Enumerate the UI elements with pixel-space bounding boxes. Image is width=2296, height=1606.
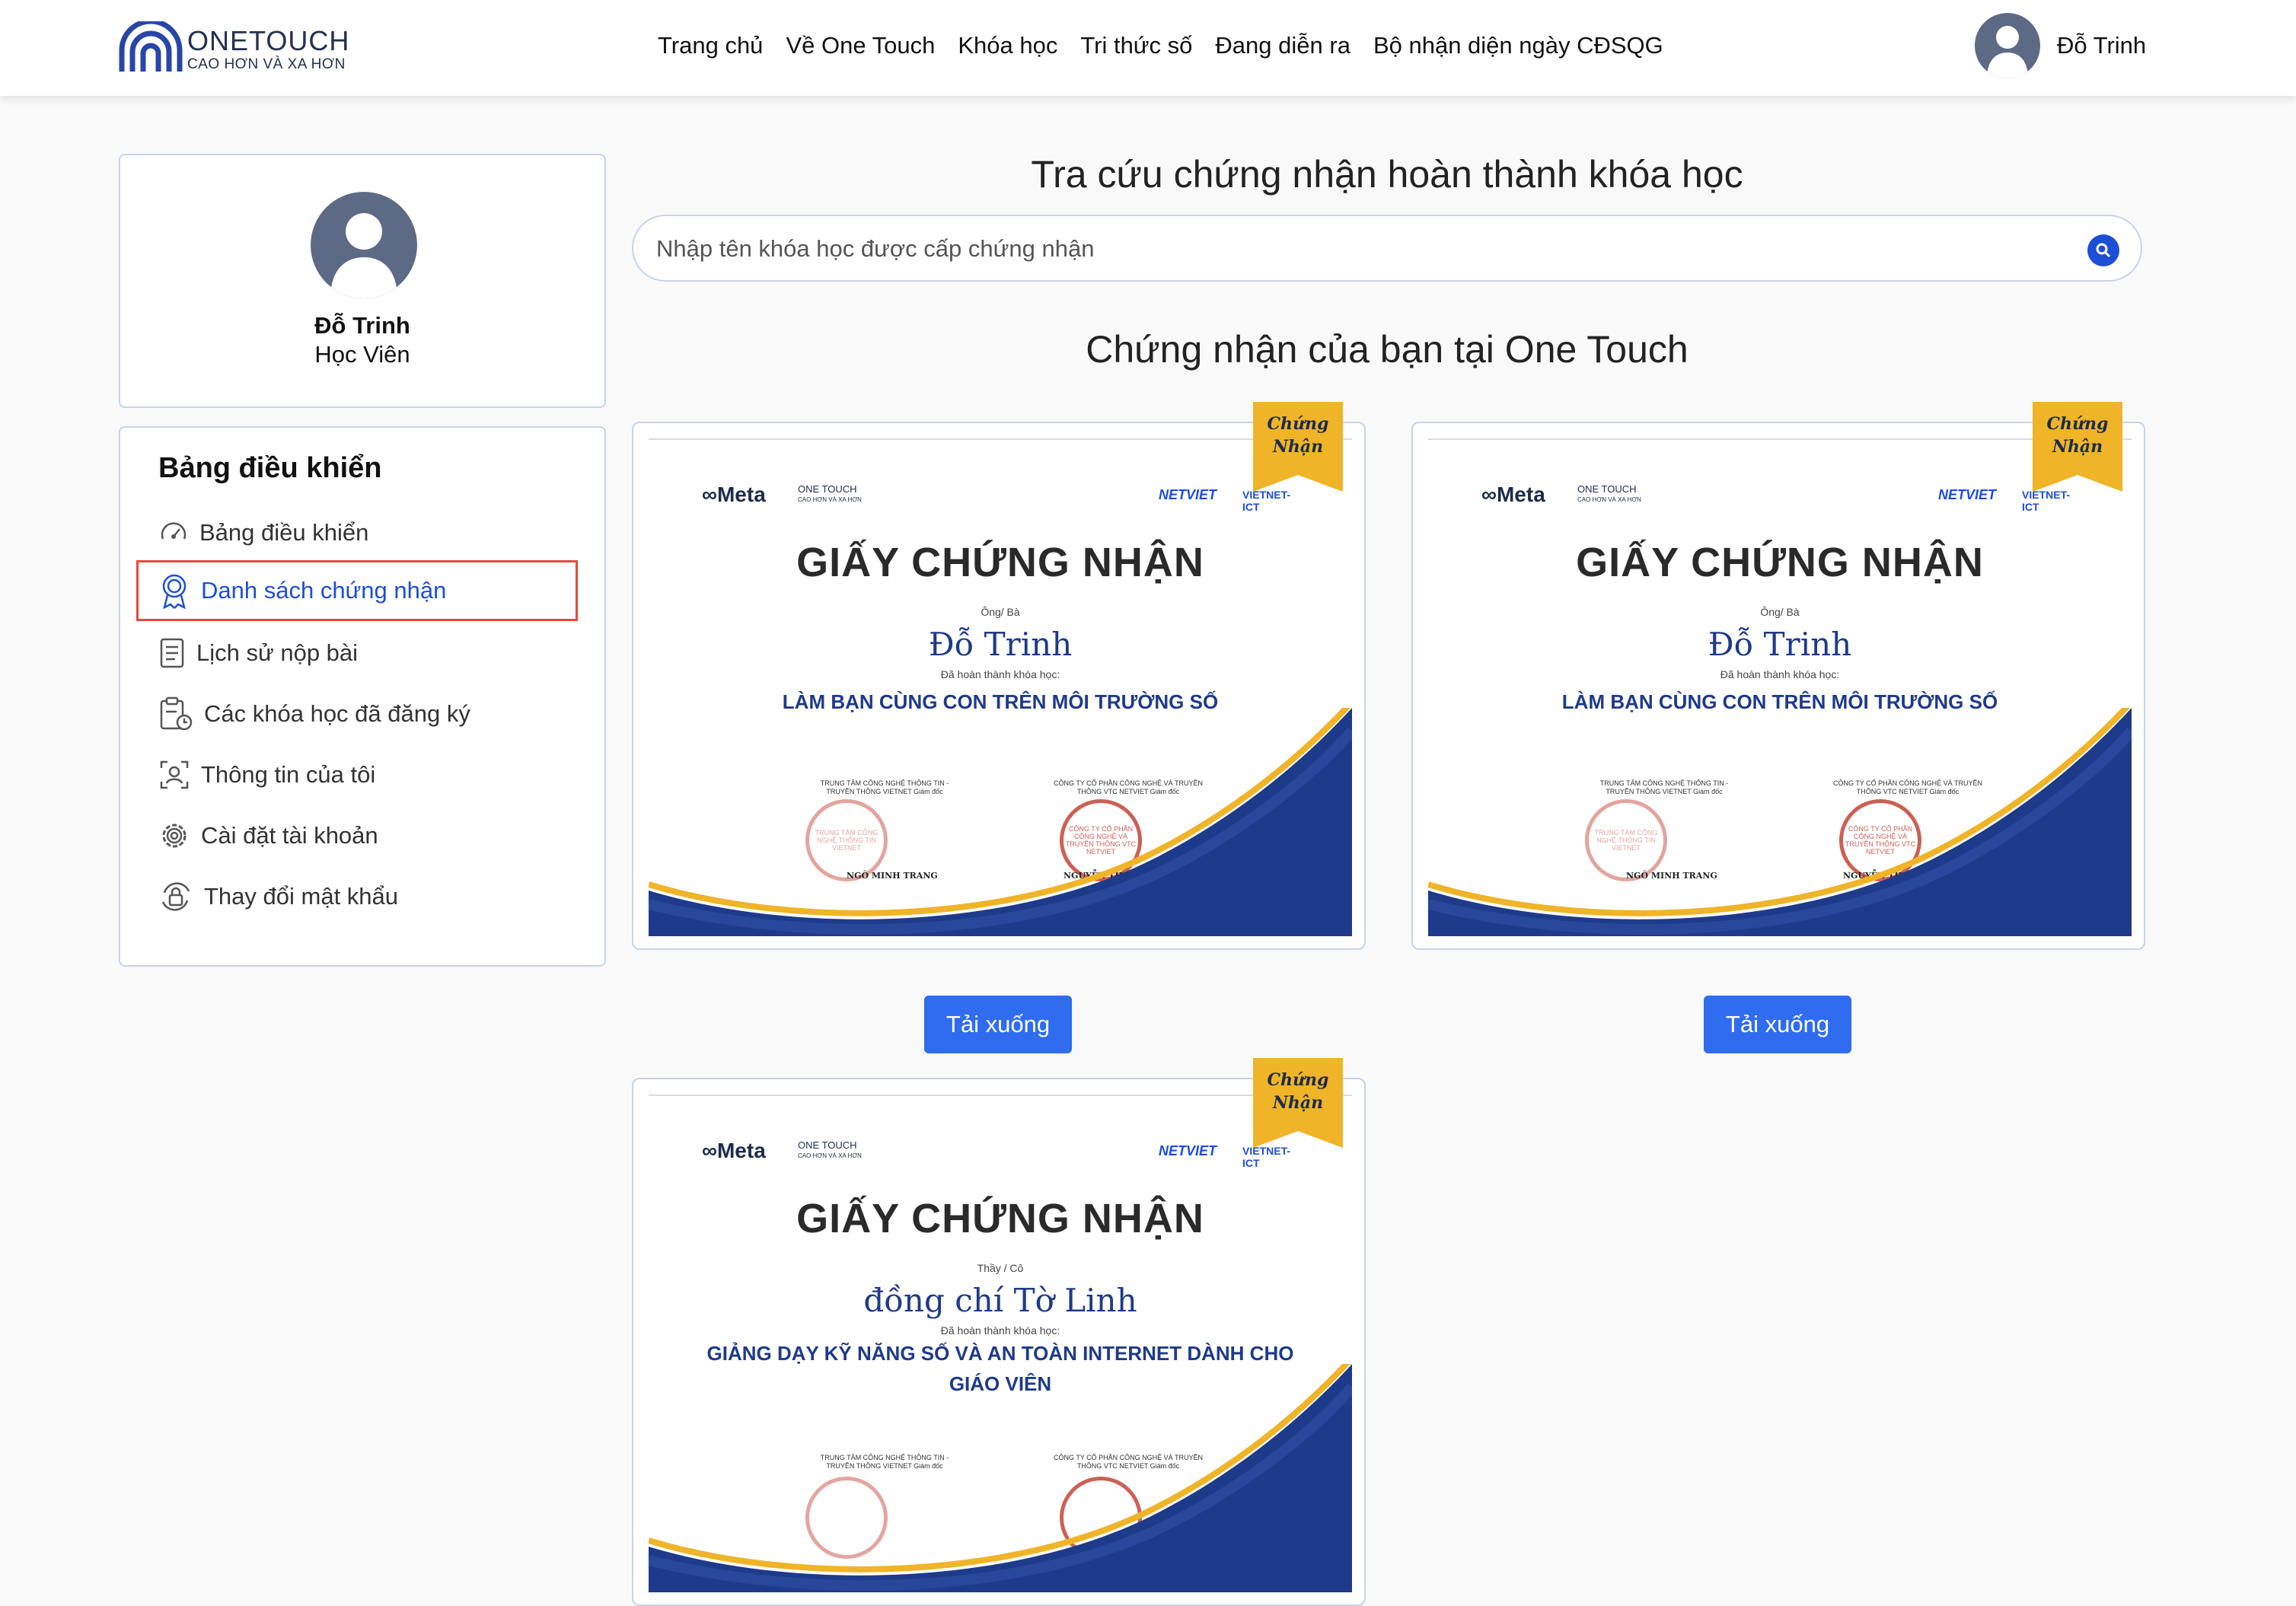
avatar	[1975, 13, 2040, 78]
document-list-icon	[160, 638, 184, 668]
menu-item-account-settings[interactable]: Cài đặt tài khoản	[158, 813, 378, 859]
nav-courses[interactable]: Khóa học	[958, 29, 1057, 62]
meta-logo: ∞Meta	[1481, 483, 1545, 506]
netviet-logo: NETVIET	[1159, 1143, 1217, 1158]
menu-item-change-password[interactable]: Thay đổi mật khẩu	[158, 874, 398, 919]
user-silhouette-icon	[330, 213, 397, 298]
certificate-logos: ∞Meta ONE TOUCH CAO HƠN VÀ XA HƠN NETVIET…	[702, 1139, 1303, 1169]
certificate-logos: ∞Meta ONE TOUCH CAO HƠN VÀ XA HƠN NETVIET…	[702, 483, 1303, 513]
certificate-title: GIẤY CHỨNG NHẬN	[1576, 540, 1984, 585]
certificate-search	[632, 215, 2142, 282]
certificate-completion-text: Đã hoàn thành khóa học:	[940, 668, 1060, 680]
onetouch-small-logo: ONE TOUCH CAO HƠN VÀ XA HƠN	[798, 483, 862, 504]
certificate-badge-text: Chứng Nhận	[1267, 1070, 1329, 1113]
infinity-icon: ∞	[1481, 483, 1497, 506]
nav-ongoing[interactable]: Đang diễn ra	[1215, 29, 1350, 62]
id-card-icon	[160, 760, 189, 789]
top-header: ONETOUCH CAO HƠN VÀ XA HƠN Trang chủ Về …	[0, 0, 2296, 96]
gear-icon	[162, 824, 187, 848]
certificate-preview: ∞Meta ONE TOUCH CAO HƠN VÀ XA HƠN NETVIET…	[649, 438, 1352, 936]
menu-item-label: Lịch sử nộp bài	[196, 639, 359, 666]
certificate-card-3[interactable]: ∞Meta ONE TOUCH CAO HƠN VÀ XA HƠN NETVIET…	[632, 1058, 1366, 1606]
logo-arches-icon	[119, 21, 183, 72]
menu-item-dashboard[interactable]: Bảng điều khiển	[158, 510, 368, 556]
profile-role: Học Viên	[314, 341, 410, 368]
infinity-icon: ∞	[702, 1139, 717, 1162]
certificate-card-2[interactable]: ∞Meta ONE TOUCH CAO HƠN VÀ XA HƠN NETVIET…	[1411, 402, 2145, 950]
certificate-preview: ∞Meta ONE TOUCH CAO HƠN VÀ XA HƠN NETVIET…	[1428, 438, 2132, 936]
menu-item-label: Cài đặt tài khoản	[201, 822, 378, 849]
onetouch-small-logo: ONE TOUCH CAO HƠN VÀ XA HƠN	[1577, 483, 1641, 504]
nav-digital-knowledge[interactable]: Tri thức số	[1080, 29, 1192, 62]
menu-item-label: Thông tin của tôi	[201, 761, 376, 788]
menu-item-label: Các khóa học đã đăng ký	[204, 700, 470, 727]
menu-item-label: Danh sách chứng nhận	[201, 577, 447, 604]
dashboard-menu: Bảng điều khiển Bảng điều khiển Danh sác…	[119, 426, 606, 967]
menu-item-label: Bảng điều khiển	[199, 519, 369, 546]
nav-brand-identity[interactable]: Bộ nhận diện ngày CĐSQG	[1373, 29, 1663, 62]
certificate-title: GIẤY CHỨNG NHẬN	[796, 1196, 1204, 1241]
certificate-wave-decoration	[649, 708, 1352, 936]
certificate-completion-text: Đã hoàn thành khóa học:	[1720, 668, 1840, 680]
profile-card: Đỗ Trinh Học Viên	[119, 154, 606, 408]
search-button[interactable]	[2087, 234, 2119, 266]
vietnet-ict-logo: VIETNET-ICT	[1242, 489, 1291, 513]
download-button-2[interactable]: Tải xuống	[1704, 996, 1851, 1053]
profile-name: Đỗ Trinh	[314, 312, 410, 339]
menu-item-registered-courses[interactable]: Các khóa học đã đăng ký	[158, 691, 470, 737]
header-user-name: Đỗ Trinh	[2057, 32, 2147, 59]
certificate-title: GIẤY CHỨNG NHẬN	[796, 540, 1204, 585]
nav-home[interactable]: Trang chủ	[658, 29, 763, 62]
download-button-1[interactable]: Tải xuống	[924, 996, 1072, 1053]
clipboard-clock-icon	[160, 696, 193, 731]
certificate-badge-text: Chứng Nhận	[1267, 414, 1329, 457]
certificate-salutation: Ông/ Bà	[1760, 606, 1800, 618]
page-title: Tra cứu chứng nhận hoàn thành khóa học	[1031, 153, 1743, 196]
menu-item-certificates[interactable]: Danh sách chứng nhận	[158, 568, 446, 613]
meta-logo: ∞Meta	[702, 483, 766, 506]
onetouch-small-logo: ONE TOUCH CAO HƠN VÀ XA HƠN	[798, 1139, 862, 1160]
certificate-preview: ∞Meta ONE TOUCH CAO HƠN VÀ XA HƠN NETVIET…	[649, 1095, 1352, 1592]
certificate-wave-decoration	[1428, 708, 2132, 936]
certificate-badge-text: Chứng Nhận	[2046, 414, 2109, 457]
search-input[interactable]	[656, 228, 2072, 269]
certificate-card-1[interactable]: ∞Meta ONE TOUCH CAO HƠN VÀ XA HƠN NETVIET…	[632, 402, 1366, 950]
menu-item-my-info[interactable]: Thông tin của tôi	[158, 752, 375, 798]
certificate-recipient: Đỗ Trinh	[928, 626, 1073, 663]
menu-item-submission-history[interactable]: Lịch sử nộp bài	[158, 630, 358, 676]
vietnet-ict-logo: VIETNET-ICT	[1242, 1145, 1291, 1169]
netviet-logo: NETVIET	[1938, 487, 1997, 502]
certificate-recipient: đồng chí Tờ Linh	[863, 1282, 1137, 1319]
certificate-wave-decoration	[649, 1364, 1352, 1592]
logo-tagline: CAO HƠN VÀ XA HƠN	[187, 56, 346, 72]
certificate-recipient: Đỗ Trinh	[1708, 626, 1852, 663]
netviet-logo: NETVIET	[1159, 487, 1217, 502]
logo-name: ONETOUCH	[187, 25, 350, 56]
main-nav: Trang chủ Về One Touch Khóa học Tri thức…	[658, 29, 1663, 62]
award-ribbon-icon	[162, 574, 187, 609]
onetouch-logo[interactable]: ONETOUCH CAO HƠN VÀ XA HƠN	[117, 20, 361, 78]
certificate-salutation: Ông/ Bà	[981, 606, 1020, 618]
lock-refresh-icon	[161, 882, 190, 911]
menu-title: Bảng điều khiển	[158, 452, 382, 484]
certificate-logos: ∞Meta ONE TOUCH CAO HƠN VÀ XA HƠN NETVIET…	[1481, 483, 2083, 513]
infinity-icon: ∞	[702, 483, 717, 506]
user-silhouette-icon	[1987, 26, 2028, 78]
vietnet-ict-logo: VIETNET-ICT	[2022, 489, 2071, 513]
certificate-salutation: Thầy / Cô	[977, 1262, 1024, 1274]
dashboard-gauge-icon	[161, 522, 187, 540]
meta-logo: ∞Meta	[702, 1139, 766, 1162]
certificate-completion-text: Đã hoàn thành khóa học:	[940, 1324, 1060, 1337]
nav-about[interactable]: Về One Touch	[786, 29, 935, 62]
user-menu[interactable]: Đỗ Trinh	[1975, 13, 2146, 78]
profile-avatar	[311, 192, 417, 298]
menu-item-label: Thay đổi mật khẩu	[204, 883, 399, 910]
section-title: Chứng nhận của bạn tại One Touch	[1086, 328, 1689, 371]
search-icon	[2096, 243, 2111, 258]
